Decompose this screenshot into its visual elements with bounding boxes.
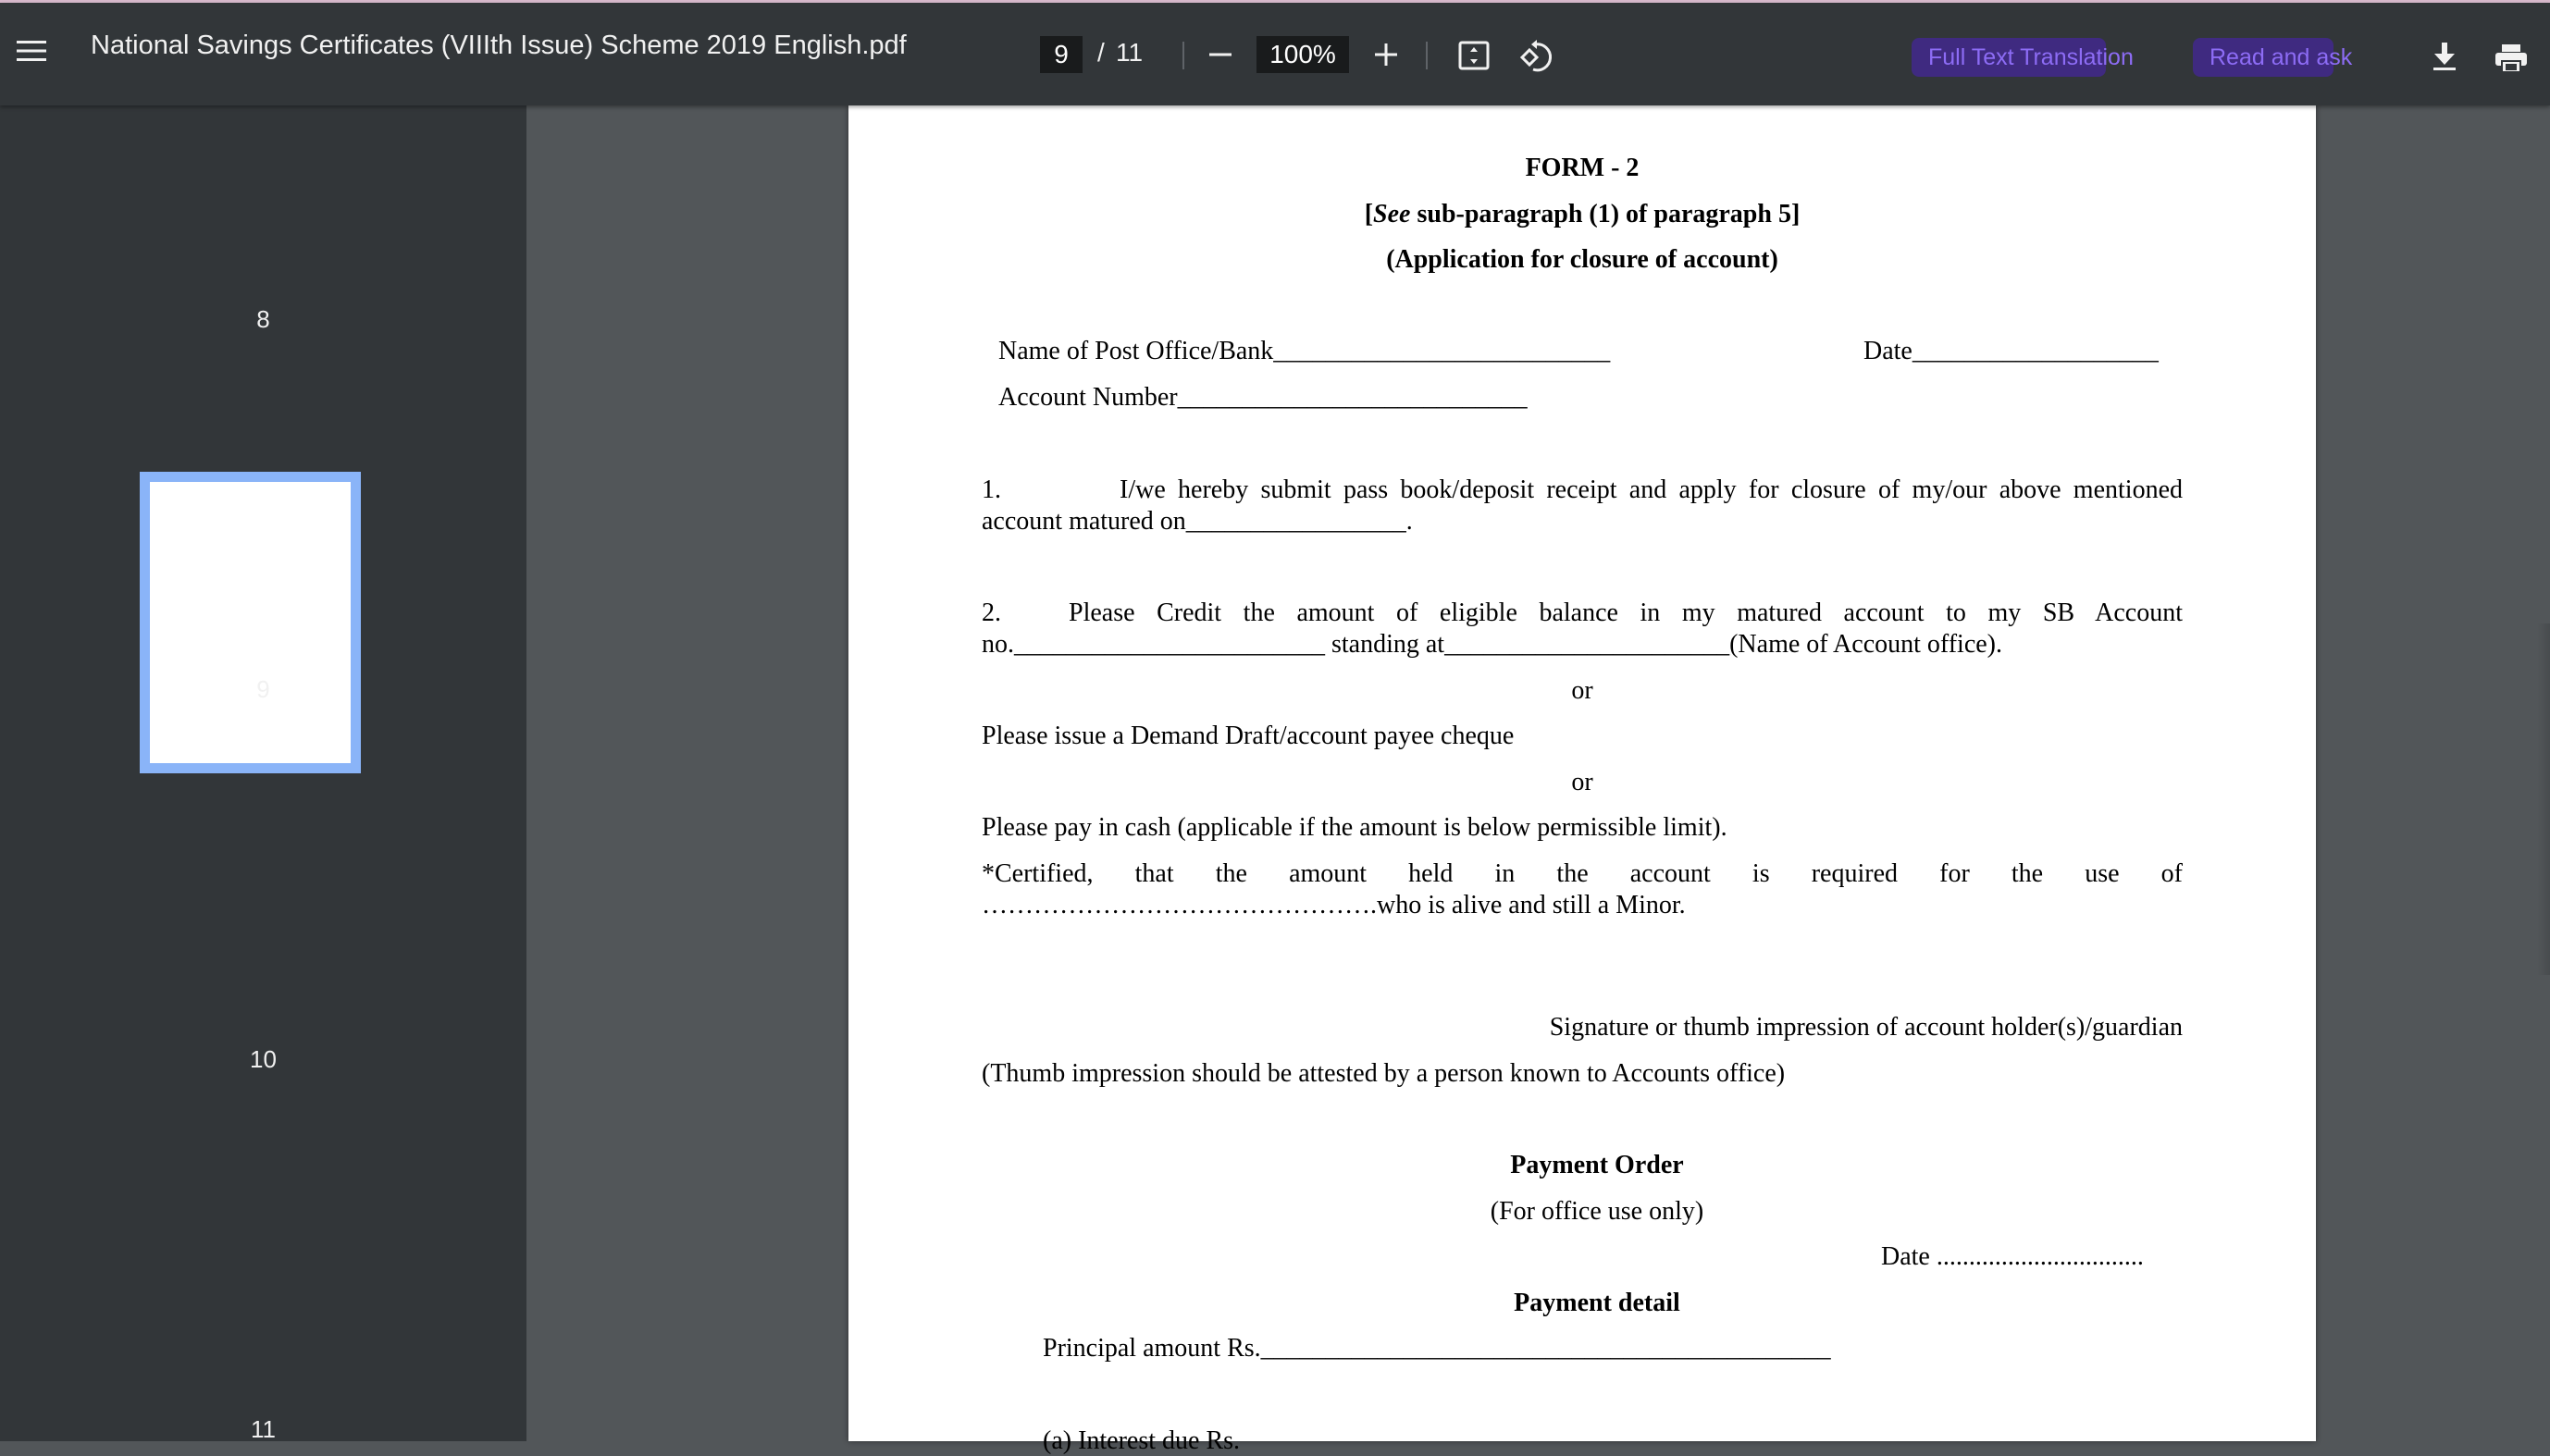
total-pages: 11 bbox=[1116, 38, 1144, 67]
post-office-field: Name of Post Office/Bank________________… bbox=[998, 337, 1611, 365]
principal-amount-field: Principal amount Rs.____________________… bbox=[1043, 1334, 1831, 1363]
thumbnail-page-9-selected[interactable] bbox=[140, 472, 361, 773]
hamburger-menu-icon bbox=[17, 41, 46, 61]
plus-icon bbox=[1375, 43, 1397, 66]
toolbar-divider bbox=[1182, 42, 1184, 69]
fit-to-page-button[interactable] bbox=[1454, 38, 1493, 73]
item2-line1: Please Credit the amount of eligible bal… bbox=[1069, 598, 2183, 627]
account-number-field: Account Number__________________________… bbox=[998, 383, 1528, 412]
form-title: FORM - 2 bbox=[1525, 154, 1640, 182]
thumbnail-label-9[interactable]: 9 bbox=[0, 675, 526, 704]
payment-order-heading: Payment Order bbox=[1510, 1151, 1684, 1179]
zoom-out-button[interactable] bbox=[1201, 36, 1240, 73]
thumb-impression-note: (Thumb impression should be attested by … bbox=[982, 1059, 1786, 1088]
item1-line2: account matured on_________________. bbox=[982, 507, 1413, 536]
thumbnail-label-10[interactable]: 10 bbox=[0, 1045, 526, 1074]
date-field: Date___________________ bbox=[1863, 337, 2159, 365]
cash-option: Please pay in cash (applicable if the am… bbox=[982, 813, 1727, 842]
zoom-level-input[interactable]: 100% bbox=[1256, 36, 1349, 73]
full-text-translation-label: Full Text Translation bbox=[1928, 43, 2134, 70]
document-viewer[interactable]: FORM - 2 [See sub-paragraph (1) of parag… bbox=[526, 105, 2550, 1455]
page-number-input[interactable]: 9 bbox=[1040, 36, 1083, 73]
thumbnail-label-8[interactable]: 8 bbox=[0, 305, 526, 334]
ref-rest: sub-paragraph (1) of paragraph 5] bbox=[1410, 200, 1801, 228]
signature-label: Signature or thumb impression of account… bbox=[1549, 1013, 2183, 1042]
thumbnail-preview bbox=[150, 482, 351, 763]
fit-to-page-icon bbox=[1458, 41, 1490, 70]
thumbnail-sidebar: 8 9 10 11 bbox=[0, 105, 526, 1444]
demand-draft-option: Please issue a Demand Draft/account paye… bbox=[982, 722, 1515, 750]
form-reference: [See sub-paragraph (1) of paragraph 5] bbox=[848, 200, 2316, 229]
page-separator: / bbox=[1097, 38, 1105, 67]
zoom-in-button[interactable] bbox=[1366, 34, 1406, 75]
ref-see: See bbox=[1373, 200, 1411, 228]
item1-number: 1. bbox=[982, 475, 1001, 504]
download-icon bbox=[2433, 43, 2456, 70]
pdf-toolbar: National Savings Certificates (VIIIth Is… bbox=[0, 3, 2550, 105]
payment-detail-heading: Payment detail bbox=[1514, 1289, 1680, 1317]
interest-due-field: (a) Interest due Rs. bbox=[1043, 1426, 1241, 1455]
minus-icon bbox=[1209, 53, 1232, 56]
download-button[interactable] bbox=[2424, 36, 2465, 77]
toolbar-divider bbox=[1426, 42, 1428, 69]
item1-line1: I/we hereby submit pass book/deposit rec… bbox=[1120, 475, 2183, 504]
ref-bracket: [ bbox=[1364, 200, 1374, 228]
print-icon bbox=[2495, 44, 2527, 73]
item2-number: 2. bbox=[982, 598, 1001, 627]
or-separator-2: or bbox=[1571, 768, 1593, 796]
menu-button[interactable] bbox=[13, 32, 50, 69]
pdf-page: FORM - 2 [See sub-paragraph (1) of parag… bbox=[848, 105, 2316, 1455]
form-subtitle: (Application for closure of account) bbox=[1386, 245, 1778, 274]
office-use-note: (For office use only) bbox=[1490, 1197, 1704, 1226]
item2-line2: no.________________________ standing at_… bbox=[982, 630, 2003, 659]
read-and-ask-button[interactable]: Read and ask bbox=[2193, 38, 2352, 77]
scrollbar-track[interactable] bbox=[2537, 623, 2550, 975]
certified-line2: ……………………………………….who is alive and still a… bbox=[982, 891, 1686, 919]
print-button[interactable] bbox=[2489, 38, 2533, 79]
document-title: National Savings Certificates (VIIIth Is… bbox=[91, 31, 907, 60]
rotate-counterclockwise-icon bbox=[1519, 40, 1553, 72]
certified-line1: *Certified, that the amount held in the … bbox=[982, 859, 2183, 888]
rotate-button[interactable] bbox=[1514, 34, 1558, 79]
payment-order-date: Date ................................ bbox=[1881, 1242, 2144, 1271]
thumbnail-label-11[interactable]: 11 bbox=[0, 1415, 526, 1444]
read-and-ask-label: Read and ask bbox=[2210, 43, 2353, 70]
or-separator-1: or bbox=[1571, 676, 1593, 705]
full-text-translation-button[interactable]: 文 A Full Text Translation bbox=[1912, 38, 2134, 77]
